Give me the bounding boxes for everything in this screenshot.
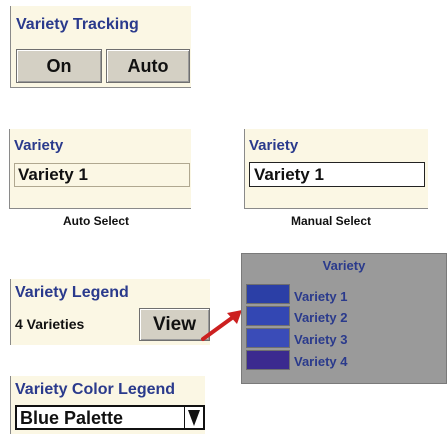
variety-legend-title: Variety Legend: [15, 284, 129, 301]
legend-swatch-1: [246, 284, 290, 304]
manual-select-title: Variety: [249, 137, 299, 154]
legend-swatch-4: [246, 350, 290, 370]
variety-legend-panel: Variety Legend 4 Varieties View: [10, 279, 210, 345]
manual-select-panel: Variety Variety 1: [244, 129, 428, 209]
variety-tracking-title: Variety Tracking: [16, 16, 139, 33]
legend-label-3: Variety 3: [294, 332, 348, 347]
color-legend-title: Variety Color Legend: [15, 381, 176, 398]
arrow-icon: [201, 310, 242, 341]
color-legend-panel: Variety Color Legend Blue Palette: [10, 376, 205, 434]
manual-select-caption: Manual Select: [291, 214, 372, 228]
palette-select-value: Blue Palette: [20, 408, 124, 428]
legend-popup: Variety Variety 1 Variety 2 Variety 3 Va…: [241, 253, 447, 384]
auto-variety-field: Variety 1: [14, 163, 190, 187]
palette-select[interactable]: Blue Palette: [15, 405, 205, 430]
auto-select-caption: Auto Select: [63, 214, 130, 228]
tracking-auto-button[interactable]: Auto: [106, 49, 190, 83]
tracking-on-button[interactable]: On: [16, 49, 102, 83]
legend-label-4: Variety 4: [294, 354, 348, 369]
legend-popup-title: Variety: [322, 258, 366, 273]
legend-label-2: Variety 2: [294, 310, 348, 325]
variety-tracking-panel: Variety Tracking On Auto: [10, 6, 191, 88]
variety-count: 4 Varieties: [15, 316, 85, 332]
manual-variety-field[interactable]: Variety 1: [249, 162, 425, 187]
legend-swatch-2: [246, 306, 290, 326]
legend-label-1: Variety 1: [294, 289, 348, 304]
auto-select-title: Variety: [14, 137, 64, 154]
chevron-down-icon[interactable]: [184, 407, 203, 428]
legend-swatch-3: [246, 328, 290, 348]
auto-select-panel: Variety Variety 1: [9, 129, 191, 209]
